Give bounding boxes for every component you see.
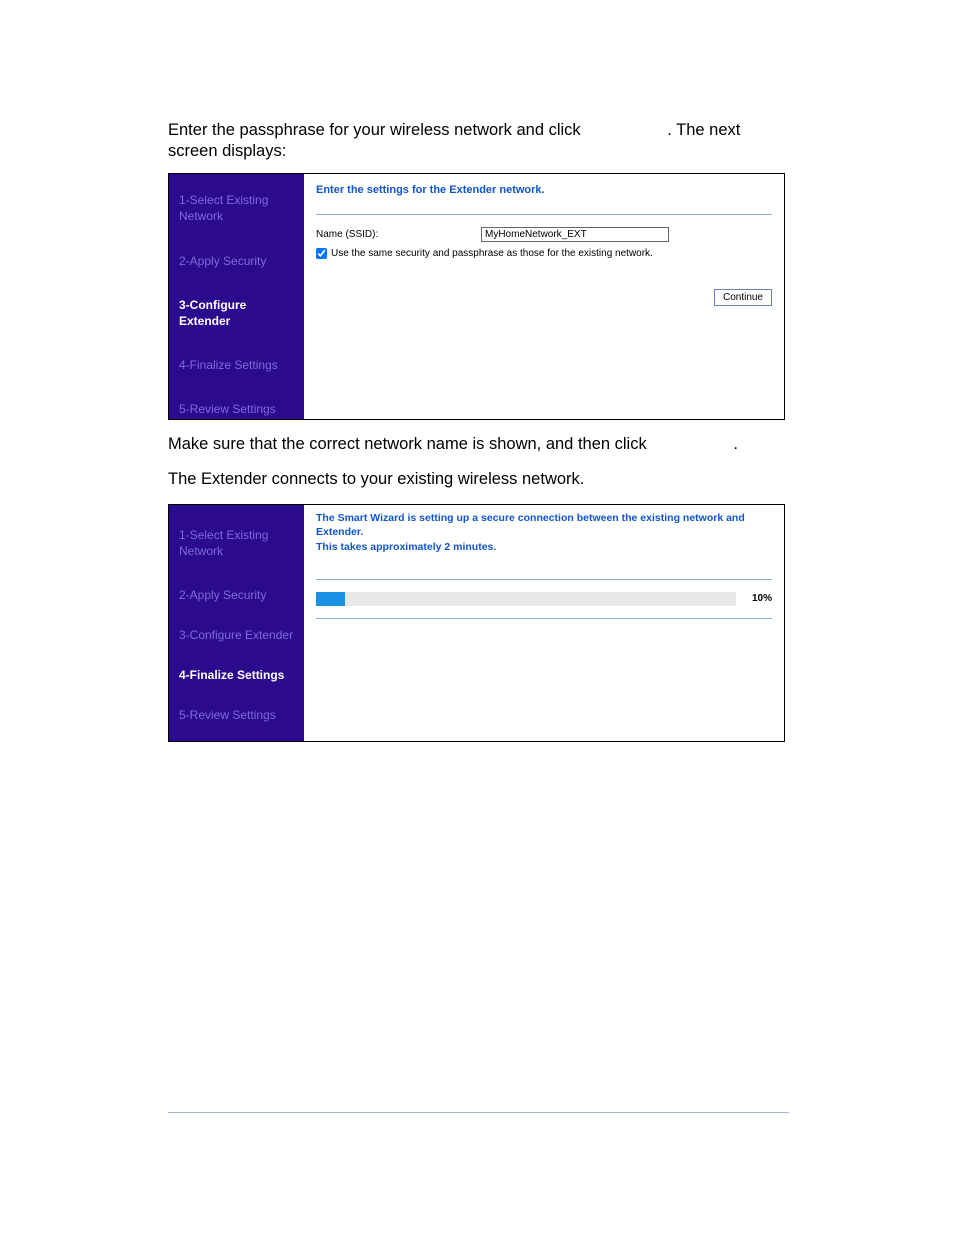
sidebar-item-apply-security[interactable]: 2-Apply Security [179,253,296,269]
pane-heading: Enter the settings for the Extender netw… [316,184,772,196]
wizard-content: Enter the settings for the Extender netw… [304,174,784,419]
divider [316,579,772,580]
ssid-row: Name (SSID): [316,227,772,242]
mid-text-1-tail: . [733,435,738,453]
continue-row: Continue [316,287,772,306]
divider [316,214,772,215]
sidebar-item-configure-extender[interactable]: 3-Configure Extender [179,297,296,329]
wizard-content-2: The Smart Wizard is setting up a secure … [304,505,784,741]
sidebar-item-apply-security[interactable]: 2-Apply Security [179,587,296,603]
intro-text: Enter the passphrase for your wireless n… [168,121,581,139]
same-security-checkbox[interactable] [316,248,327,259]
continue-button[interactable]: Continue [714,289,772,306]
mid-paragraph-2: The Extender connects to your existing w… [168,469,789,490]
wizard-frame-finalize: 1-Select Existing Network 2-Apply Securi… [168,504,785,742]
heading-line1: The Smart Wizard is setting up a secure … [316,512,745,539]
wizard-sidebar-2: 1-Select Existing Network 2-Apply Securi… [169,505,304,741]
progress-track [316,592,736,606]
sidebar-item-configure-extender[interactable]: 3-Configure Extender [179,627,296,643]
wizard-sidebar: 1-Select Existing Network 2-Apply Securi… [169,174,304,419]
sidebar-item-review-settings[interactable]: 5-Review Settings [179,401,296,417]
sidebar-item-finalize-settings[interactable]: 4-Finalize Settings [179,667,296,683]
same-security-row: Use the same security and passphrase as … [316,248,772,259]
sidebar-item-select-existing[interactable]: 1-Select Existing Network [179,527,296,559]
mid-paragraph-1: Make sure that the correct network name … [168,434,789,455]
intro-paragraph: Enter the passphrase for your wireless n… [168,120,789,161]
progress-container: 10% [316,592,772,606]
sidebar-item-select-existing[interactable]: 1-Select Existing Network [179,192,296,224]
heading-line2: This takes approximately 2 minutes. [316,541,496,553]
wizard-frame-configure: 1-Select Existing Network 2-Apply Securi… [168,173,785,420]
mid-text-1: Make sure that the correct network name … [168,435,647,453]
pane-heading-2: The Smart Wizard is setting up a secure … [316,511,772,555]
ssid-input[interactable] [481,227,669,242]
sidebar-item-review-settings[interactable]: 5-Review Settings [179,707,296,723]
same-security-label: Use the same security and passphrase as … [331,248,653,259]
divider-below [316,618,772,619]
sidebar-item-finalize-settings[interactable]: 4-Finalize Settings [179,357,296,373]
progress-text: 10% [736,593,772,604]
ssid-label: Name (SSID): [316,229,481,240]
page-footer-rule [168,1112,789,1114]
progress-fill [316,592,345,606]
